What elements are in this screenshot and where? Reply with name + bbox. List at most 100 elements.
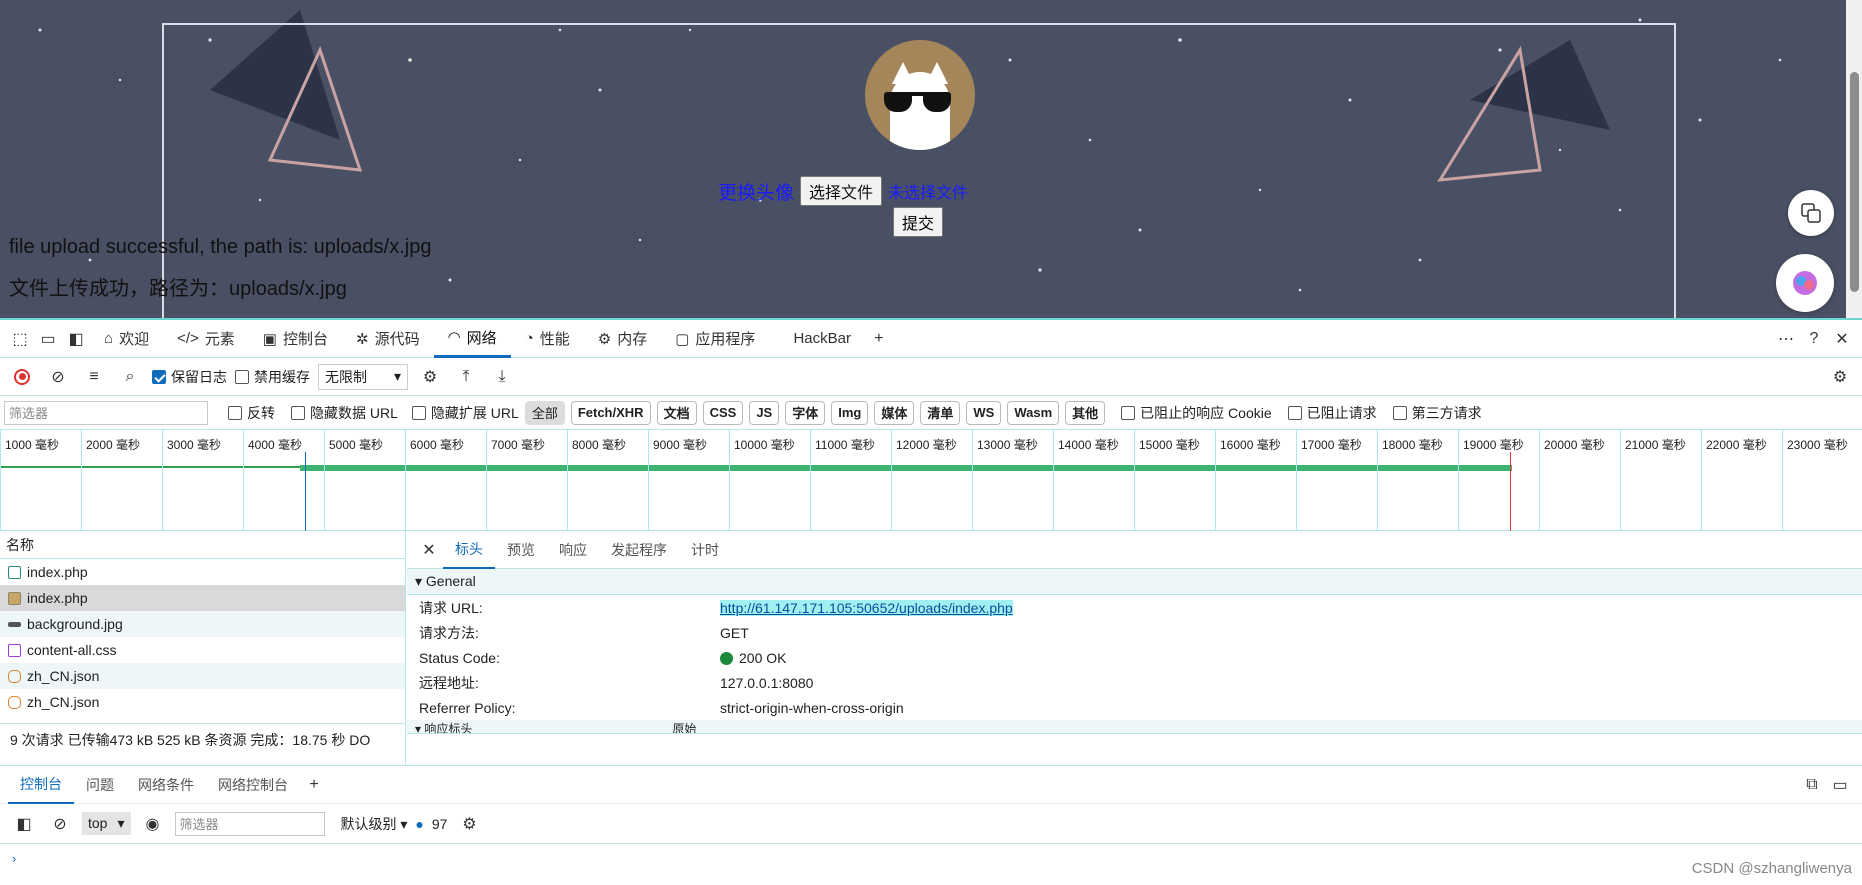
tab-elements[interactable]: </> 元素 — [163, 320, 249, 358]
translate-icon[interactable] — [1788, 190, 1834, 236]
json-icon — [8, 695, 21, 709]
drawer-tab-network-conditions[interactable]: 网络条件 — [126, 766, 206, 804]
third-party-checkbox[interactable]: 第三方请求 — [1392, 403, 1482, 423]
status-ok-icon — [720, 651, 733, 665]
log-level-select[interactable]: 默认级别 ▾ — [341, 814, 408, 834]
watermark: CSDN @szhangliwenya — [1691, 860, 1852, 877]
list-item[interactable]: index.php — [0, 559, 405, 585]
filter-type-fetch[interactable]: Fetch/XHR — [570, 400, 651, 425]
filter-type-media[interactable]: 媒体 — [874, 400, 915, 425]
context-select[interactable]: top ▾ — [82, 812, 131, 835]
column-header-name[interactable]: 名称 — [0, 531, 405, 559]
filter-icon[interactable]: ≡ — [80, 363, 108, 391]
tab-performance[interactable]: ◔ 性能 — [511, 320, 584, 358]
tab-welcome[interactable]: ⌂ 欢迎 — [90, 320, 163, 358]
list-item[interactable]: zh_CN.json — [0, 663, 405, 689]
add-drawer-tab-icon[interactable]: + — [300, 771, 328, 799]
tab-memory[interactable]: ⚙ 内存 — [584, 320, 661, 358]
close-icon[interactable]: ✕ — [1828, 325, 1856, 353]
wifi-icon: ◠ — [447, 329, 461, 346]
list-item[interactable]: content-all.css — [0, 637, 405, 663]
css-icon — [8, 643, 21, 657]
list-item[interactable]: background.jpg — [0, 611, 405, 637]
preserve-log-checkbox[interactable]: 保留日志 — [152, 367, 227, 387]
tab-sources[interactable]: ✲ 源代码 — [342, 320, 434, 358]
issues-icon[interactable]: ● — [415, 816, 423, 832]
add-tab-icon[interactable]: + — [865, 325, 893, 353]
network-timeline[interactable]: 1000 毫秒 2000 毫秒 3000 毫秒 4000 毫秒 5000 毫秒 6000 … — [0, 430, 1862, 531]
request-summary: 9 次请求 已传输473 kB 525 kB 条资源 完成：18.75 秒 DO — [0, 723, 406, 755]
tab-timing[interactable]: 计时 — [679, 531, 731, 569]
timeline-tick-label: 3000 毫秒 — [162, 430, 243, 531]
timeline-tick-label: 16000 毫秒 — [1215, 430, 1296, 531]
page-scrollbar[interactable] — [1846, 0, 1862, 318]
filter-type-wasm[interactable]: Wasm — [1007, 400, 1060, 425]
drawer-tab-issues[interactable]: 问题 — [74, 766, 126, 804]
tab-response[interactable]: 响应 — [547, 531, 599, 569]
search-icon[interactable]: ⌕ — [116, 363, 144, 391]
throttle-select[interactable]: 无限制 ▾ — [318, 363, 408, 390]
dock-icon[interactable]: ◧ — [62, 325, 90, 353]
console-settings-icon[interactable]: ⚙ — [455, 810, 483, 838]
clear-console-icon[interactable]: ⊘ — [46, 810, 74, 838]
tab-initiator[interactable]: 发起程序 — [599, 531, 679, 569]
invert-checkbox[interactable]: 反转 — [228, 403, 275, 423]
timeline-tick-label: 23000 毫秒 — [1782, 430, 1862, 531]
copilot-icon[interactable] — [1776, 254, 1834, 312]
filter-type-all[interactable]: 全部 — [524, 400, 565, 425]
filter-type-font[interactable]: 字体 — [785, 400, 826, 425]
list-item[interactable]: zh_CN.json — [0, 689, 405, 715]
collapse-drawer-icon[interactable]: ▭ — [1826, 771, 1854, 799]
home-icon: ⌂ — [104, 330, 114, 347]
header-row: Status Code: 200 OK — [419, 649, 787, 666]
upload-message-cn: 文件上传成功，路径为：uploads/x.jpg — [9, 278, 347, 300]
section-response-headers[interactable]: ▾ 响应标头 原始 — [407, 720, 1862, 734]
disable-cache-checkbox[interactable]: 禁用缓存 — [235, 367, 310, 387]
filter-input[interactable]: 筛选器 — [4, 400, 208, 425]
filter-type-other[interactable]: 其他 — [1065, 400, 1106, 425]
timeline-tick-label: 6000 毫秒 — [405, 430, 486, 531]
record-icon[interactable] — [8, 363, 36, 391]
tab-network[interactable]: ◠ 网络 — [433, 320, 511, 358]
tab-headers[interactable]: 标头 — [443, 531, 495, 569]
drawer-tab-network-console[interactable]: 网络控制台 — [206, 766, 300, 804]
timeline-tick-label: 2000 毫秒 — [81, 430, 162, 531]
filter-type-ws[interactable]: WS — [966, 400, 1002, 425]
submit-button[interactable]: 提交 — [893, 207, 944, 237]
device-emulation-icon[interactable]: ▭ — [34, 325, 62, 353]
tab-preview[interactable]: 预览 — [495, 531, 547, 569]
drawer-tab-console[interactable]: 控制台 — [8, 766, 74, 804]
list-item[interactable]: index.php — [0, 585, 405, 611]
sidebar-toggle-icon[interactable]: ◧ — [10, 810, 38, 838]
filter-type-doc[interactable]: 文档 — [656, 400, 697, 425]
help-icon[interactable]: ? — [1800, 325, 1828, 353]
settings-gear-icon[interactable]: ⚙ — [1826, 363, 1854, 391]
tab-hackbar[interactable]: HackBar — [779, 320, 865, 358]
console-prompt-icon[interactable]: › — [0, 844, 1862, 872]
filter-type-manifest[interactable]: 清单 — [920, 400, 961, 425]
clear-icon[interactable]: ⊘ — [44, 363, 72, 391]
export-har-icon[interactable]: ⤓ — [488, 363, 516, 391]
tab-console[interactable]: ▣ 控制台 — [249, 320, 342, 358]
filter-type-img[interactable]: Img — [831, 400, 869, 425]
tab-application[interactable]: ▢ 应用程序 — [661, 320, 769, 358]
issues-count[interactable]: 97 — [432, 816, 448, 832]
inspect-icon[interactable]: ⬚ — [6, 325, 34, 353]
console-filter-input[interactable]: 筛选器 — [174, 811, 325, 836]
close-detail-icon[interactable]: ✕ — [415, 536, 443, 564]
blocked-requests-checkbox[interactable]: 已阻止请求 — [1287, 403, 1377, 423]
hide-data-url-checkbox[interactable]: 隐藏数据 URL — [291, 403, 398, 423]
eye-icon[interactable]: ◉ — [139, 810, 167, 838]
network-conditions-icon[interactable]: ⚙ — [416, 363, 444, 391]
detail-tabs: ✕ 标头 预览 响应 发起程序 计时 — [407, 531, 1862, 569]
choose-file-button[interactable]: 选择文件 — [800, 176, 883, 206]
request-url-value[interactable]: http://61.147.171.105:50652/uploads/inde… — [720, 599, 1013, 616]
undock-icon[interactable]: ⧉ — [1798, 771, 1826, 799]
filter-type-css[interactable]: CSS — [702, 400, 744, 425]
hide-ext-url-checkbox[interactable]: 隐藏扩展 URL — [411, 403, 519, 423]
section-general[interactable]: ▾ General — [407, 569, 1862, 595]
filter-type-js[interactable]: JS — [749, 400, 780, 425]
import-har-icon[interactable]: ⤒ — [452, 363, 480, 391]
blocked-cookies-checkbox[interactable]: 已阻止的响应 Cookie — [1121, 403, 1272, 423]
more-icon[interactable]: ⋯ — [1772, 325, 1800, 353]
